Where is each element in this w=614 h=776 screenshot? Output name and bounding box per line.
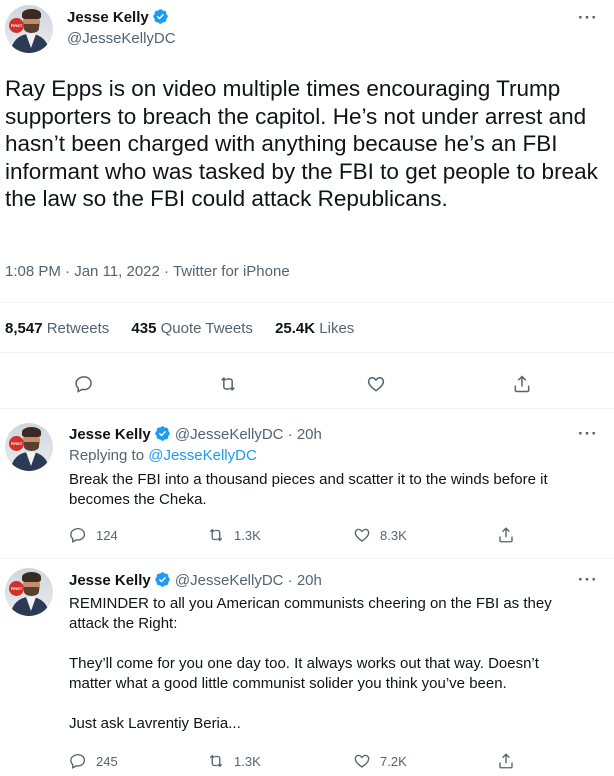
reply-age[interactable]: 20h: [297, 572, 322, 589]
avatar[interactable]: FIRST: [5, 423, 53, 471]
tweet-meta: 1:08 PM · Jan 11, 2022 · Twitter for iPh…: [5, 263, 290, 280]
reply-icon: [70, 753, 86, 769]
reply-text-line: Break the FBI into a thousand pieces and…: [69, 471, 548, 488]
share-icon[interactable]: [512, 374, 532, 394]
avatar[interactable]: FIRST: [5, 5, 53, 53]
retweet-icon[interactable]: [218, 374, 238, 394]
reply-text-line: becomes the Cheka.: [69, 491, 207, 508]
like-icon: [354, 528, 370, 542]
more-icon[interactable]: ···: [578, 424, 598, 444]
like-count: 7.2K: [380, 753, 407, 769]
like-action[interactable]: 7.2K: [353, 752, 407, 770]
avatar-badge: FIRST: [9, 436, 24, 451]
reply-text: Break the FBI into a thousand pieces and…: [69, 470, 589, 510]
reply-icon[interactable]: [74, 374, 94, 394]
avatar-badge: FIRST: [9, 18, 24, 33]
avatar[interactable]: FIRST: [5, 568, 53, 616]
author-name[interactable]: Jesse Kelly: [67, 8, 169, 26]
like-icon: [354, 754, 370, 768]
replying-prefix: Replying to: [69, 447, 145, 464]
replying-to-link[interactable]: @JesseKellyDC: [148, 447, 257, 464]
retweet-action[interactable]: 1.3K: [207, 752, 261, 770]
share-icon: [499, 753, 513, 769]
like-action[interactable]: 8.3K: [353, 526, 407, 544]
retweet-action[interactable]: 1.3K: [207, 526, 261, 544]
reply-count: 245: [96, 753, 118, 769]
reply-action[interactable]: 124: [69, 526, 118, 544]
share-icon: [499, 527, 513, 543]
reply-text-line: Just ask Lavrentiy Beria...: [69, 715, 241, 732]
author-handle[interactable]: @JesseKellyDC: [175, 572, 284, 589]
quote-tweets-stat[interactable]: 435 Quote Tweets: [131, 320, 252, 337]
meta-separator: ·: [65, 263, 71, 280]
reply-header: Jesse Kelly @JesseKellyDC · 20h: [69, 425, 322, 443]
like-count: 8.3K: [380, 527, 407, 543]
divider: [0, 302, 614, 303]
replying-to: Replying to @JesseKellyDC: [69, 447, 257, 464]
verified-badge-icon: [152, 9, 168, 24]
meta-separator: ·: [164, 263, 170, 280]
author-name-text[interactable]: Jesse Kelly: [67, 9, 149, 26]
reply-text-line: matter what a good little communist soli…: [69, 675, 507, 692]
avatar-badge: FIRST: [9, 581, 24, 596]
tweet-source[interactable]: Twitter for iPhone: [173, 263, 290, 280]
tweet-time[interactable]: 1:08 PM: [5, 263, 61, 280]
tweet-stats: 8,547 Retweets 435 Quote Tweets 25.4K Li…: [5, 320, 372, 337]
retweet-count: 1.3K: [234, 527, 261, 543]
verified-badge-icon: [154, 426, 170, 441]
meta-separator: ·: [287, 572, 293, 589]
share-action[interactable]: [497, 752, 524, 770]
retweet-icon: [209, 754, 223, 768]
reply-text-line: REMINDER to all you American communists …: [69, 595, 552, 612]
likes-stat[interactable]: 25.4K Likes: [275, 320, 354, 337]
reply-action[interactable]: 245: [69, 752, 118, 770]
divider: [0, 352, 614, 353]
tweet-text: Ray Epps is on video multiple times enco…: [5, 76, 598, 211]
meta-separator: ·: [287, 426, 293, 443]
verified-badge-icon: [154, 572, 170, 587]
author-name[interactable]: Jesse Kelly: [69, 426, 151, 443]
share-action[interactable]: [497, 526, 524, 544]
reply-text-line: attack the Right:: [69, 615, 178, 632]
more-icon[interactable]: ···: [578, 8, 598, 28]
retweet-icon: [209, 528, 223, 542]
author-name[interactable]: Jesse Kelly: [69, 572, 151, 589]
retweets-stat[interactable]: 8,547 Retweets: [5, 320, 109, 337]
reply-header: Jesse Kelly @JesseKellyDC · 20h: [69, 571, 322, 589]
retweet-count: 1.3K: [234, 753, 261, 769]
reply-icon: [70, 527, 86, 543]
reply-age[interactable]: 20h: [297, 426, 322, 443]
reply-text-line: They’ll come for you one day too. It alw…: [69, 655, 539, 672]
reply-count: 124: [96, 527, 118, 543]
divider: [0, 558, 614, 559]
tweet-date[interactable]: Jan 11, 2022: [74, 263, 160, 280]
more-icon[interactable]: ···: [578, 570, 598, 590]
like-icon[interactable]: [366, 374, 386, 394]
divider: [0, 408, 614, 409]
author-handle[interactable]: @JesseKellyDC: [67, 30, 176, 47]
author-handle[interactable]: @JesseKellyDC: [175, 426, 284, 443]
reply-text: REMINDER to all you American communists …: [69, 594, 589, 734]
